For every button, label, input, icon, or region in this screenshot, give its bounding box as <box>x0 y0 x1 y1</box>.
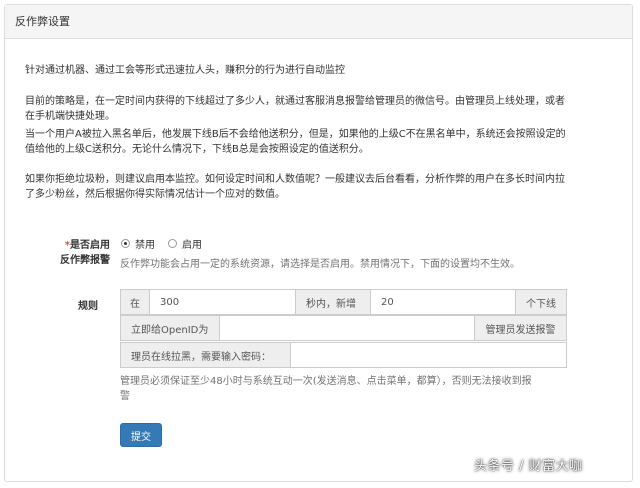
strategy-text-2: 在手机端快捷处理。 <box>25 111 115 122</box>
radio-enable[interactable]: 启用 <box>168 236 202 251</box>
radio-disable-label: 禁用 <box>135 240 155 251</box>
strategy-text-1: 目前的策略是，在一定时间内获得的下线超过了多少人，就通过客服消息报警给管理员的微… <box>25 96 565 107</box>
advice-text-1: 如果你拒绝垃圾粉，则建议启用本监控。如何设定时间和人数值呢？一般建议去后台看看，… <box>25 174 565 185</box>
rule-mid-addon: 秒内，新增 <box>295 289 371 315</box>
blacklist-text-2: 值给他的上级C送积分。无论什么情况下，下线B总是会按照设定的值送积分。 <box>25 144 369 155</box>
radio-enable-dot[interactable] <box>168 239 177 248</box>
submit-button[interactable]: 提交 <box>120 423 162 447</box>
rules-label: 规则 <box>78 301 98 312</box>
enable-label-line2: 反作弊报警 <box>60 255 110 266</box>
intro-line: 针对通过机器、通过工会等形式迅速拉人头，赚积分的行为进行自动监控 <box>25 65 345 76</box>
count-input[interactable]: 20 <box>370 289 516 315</box>
openid-prefix-addon: 立即给OpenID为 <box>120 315 220 341</box>
enable-help-text: 反作弊功能会占用一定的系统资源，请选择是否启用。禁用情况下，下面的设置均不生效。 <box>120 259 520 270</box>
radio-disable-dot[interactable] <box>121 239 130 248</box>
panel-title: 反作弊设置 <box>5 5 632 39</box>
password-input[interactable] <box>290 342 567 368</box>
openid-suffix-addon: 管理员发送报警 <box>474 315 567 341</box>
openid-input[interactable] <box>219 315 475 341</box>
rules-help-text-1: 管理员必须保证至少48小时与系统互动一次(发送消息、点击菜单，都算），否则无法接… <box>120 376 532 387</box>
advice-text-2: 了多少粉丝，然后根据你得实际情况估计一个应对的数值。 <box>25 189 285 200</box>
blacklist-text-1: 当一个用户A被拉入黑名单后，他发展下线B后不会给他送积分，但是，如果他的上级C不… <box>25 129 566 140</box>
seconds-input[interactable]: 300 <box>149 289 296 315</box>
rule-prefix-addon: 在 <box>120 289 150 315</box>
watermark: 头条号 / 财富大咖 <box>474 459 583 474</box>
rule-suffix-addon: 个下线 <box>515 289 567 315</box>
enable-label: *是否启用 <box>30 236 110 251</box>
radio-disable[interactable]: 禁用 <box>121 236 155 251</box>
password-prefix-addon: 理员在线拉黑，需要输入密码： <box>120 342 291 368</box>
radio-enable-label: 启用 <box>182 240 202 251</box>
rules-help-text-2: 警 <box>120 391 130 402</box>
enable-label-line1: 是否启用 <box>70 240 110 251</box>
